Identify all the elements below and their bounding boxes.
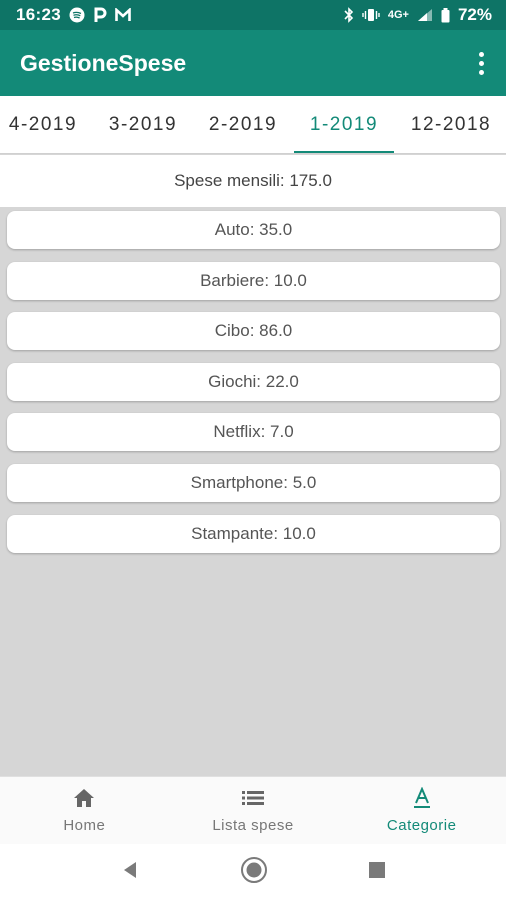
tab-1-2019[interactable]: 1-2019 xyxy=(294,96,394,153)
category-item-barbiere[interactable]: Barbiere: 10.0 xyxy=(7,261,500,300)
nav-categorie[interactable]: Categorie xyxy=(337,777,506,844)
spotify-icon xyxy=(69,7,85,23)
category-list: Auto: 35.0 Barbiere: 10.0 Cibo: 86.0 Gio… xyxy=(7,211,500,565)
recents-icon[interactable] xyxy=(368,861,386,884)
month-tabs: 4-2019 3-2019 2-2019 1-2019 12-2018 xyxy=(0,96,506,154)
bluetooth-icon xyxy=(344,7,354,23)
battery-icon xyxy=(441,7,450,23)
network-type: 4G+ xyxy=(387,9,409,21)
category-item-cibo[interactable]: Cibo: 86.0 xyxy=(7,312,500,351)
list-icon xyxy=(241,787,265,813)
category-item-giochi[interactable]: Giochi: 22.0 xyxy=(7,362,500,401)
tab-2-2019[interactable]: 2-2019 xyxy=(193,96,293,153)
status-bar: 16:23 4G+ 72% xyxy=(0,0,506,30)
tab-3-2019[interactable]: 3-2019 xyxy=(93,96,193,153)
tab-12-2018[interactable]: 12-2018 xyxy=(401,96,501,153)
status-time: 16:23 xyxy=(16,5,61,24)
gmail-icon xyxy=(115,8,131,22)
battery-percent: 72% xyxy=(457,5,492,24)
system-navigation xyxy=(0,844,506,900)
nav-lista-spese-label: Lista spese xyxy=(212,817,294,834)
nav-lista-spese[interactable]: Lista spese xyxy=(169,777,338,844)
category-item-smartphone[interactable]: Smartphone: 5.0 xyxy=(7,463,500,502)
bottom-navigation: Home Lista spese Categorie xyxy=(0,776,506,844)
app-bar: GestioneSpese xyxy=(0,30,506,96)
nav-home[interactable]: Home xyxy=(0,777,169,844)
app-title: GestioneSpese xyxy=(20,49,187,76)
p-icon xyxy=(93,7,107,23)
category-icon xyxy=(410,786,434,813)
home-icon xyxy=(72,787,96,813)
back-icon[interactable] xyxy=(120,860,140,885)
tab-4-2019[interactable]: 4-2019 xyxy=(0,96,93,153)
monthly-total: Spese mensili: 175.0 xyxy=(0,155,506,207)
vibrate-icon xyxy=(362,8,380,22)
category-item-netflix[interactable]: Netflix: 7.0 xyxy=(7,413,500,452)
signal-icon xyxy=(417,8,433,22)
nav-categorie-label: Categorie xyxy=(386,817,457,834)
category-item-stampante[interactable]: Stampante: 10.0 xyxy=(7,514,500,553)
nav-home-label: Home xyxy=(63,817,106,834)
home-button-icon[interactable] xyxy=(240,856,268,889)
category-item-auto[interactable]: Auto: 35.0 xyxy=(7,211,500,249)
more-options-icon[interactable] xyxy=(473,46,490,81)
